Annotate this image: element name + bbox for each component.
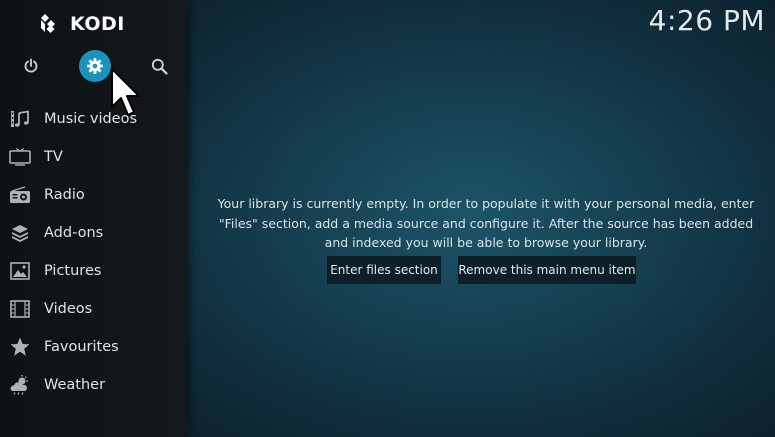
menu-label: Radio xyxy=(44,187,85,203)
tv-icon xyxy=(9,146,31,168)
menu-item-tv[interactable]: TV xyxy=(0,138,188,176)
weather-icon xyxy=(9,374,31,396)
power-icon xyxy=(24,58,38,73)
menu-label: Favourites xyxy=(44,339,119,355)
power-button[interactable] xyxy=(15,50,47,82)
kodi-logo[interactable]: KODI xyxy=(38,12,125,36)
app-name: KODI xyxy=(70,13,125,35)
menu-item-radio[interactable]: Radio xyxy=(0,176,188,214)
empty-library-message: Your library is currently empty. In orde… xyxy=(217,196,755,250)
radio-icon xyxy=(9,184,31,206)
menu-label: Add-ons xyxy=(44,225,104,241)
menu-label: Pictures xyxy=(44,263,102,279)
menu-label: TV xyxy=(44,149,63,165)
menu-item-add-ons[interactable]: Add-ons xyxy=(0,214,188,252)
gear-icon xyxy=(87,58,103,74)
videos-icon xyxy=(9,298,31,320)
menu-item-music-videos[interactable]: Music videos xyxy=(0,100,188,138)
menu-item-favourites[interactable]: Favourites xyxy=(0,328,188,366)
menu-item-pictures[interactable]: Pictures xyxy=(0,252,188,290)
music-video-icon xyxy=(9,108,31,130)
search-button[interactable] xyxy=(143,50,175,82)
enter-files-section-button[interactable]: Enter files section xyxy=(327,256,441,284)
search-icon xyxy=(151,58,168,75)
main-menu: Music videos TV Radio Add-ons Pictures V… xyxy=(0,100,188,404)
addons-icon xyxy=(9,222,31,244)
clock: 4:26 PM xyxy=(648,4,765,37)
remove-main-menu-item-button[interactable]: Remove this main menu item xyxy=(458,256,636,284)
kodi-logo-icon xyxy=(41,14,55,33)
menu-item-videos[interactable]: Videos xyxy=(0,290,188,328)
pictures-icon xyxy=(9,260,31,282)
settings-button[interactable] xyxy=(79,50,111,82)
menu-label: Weather xyxy=(44,377,106,393)
menu-label: Videos xyxy=(44,301,93,317)
mouse-cursor-icon xyxy=(111,68,140,116)
star-icon xyxy=(9,336,31,358)
sidebar: KODI Music videos TV Radio Add-ons Pictu… xyxy=(0,0,188,437)
menu-item-weather[interactable]: Weather xyxy=(0,366,188,404)
